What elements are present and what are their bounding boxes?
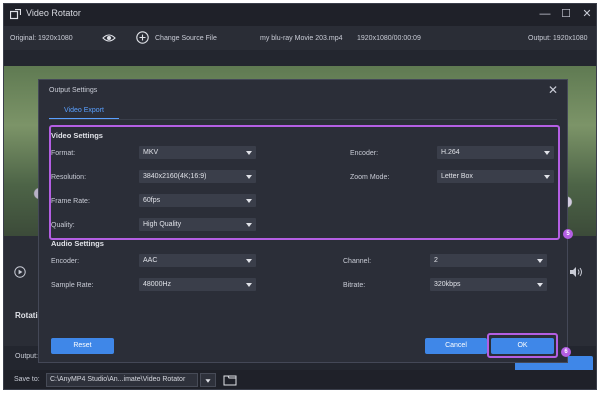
title-bar: Video Rotator — ☐ ✕	[4, 4, 596, 26]
chevron-down-icon	[246, 283, 252, 287]
save-to-label: Save to:	[14, 376, 40, 383]
chevron-down-icon	[246, 259, 252, 263]
info-bar: Original: 1920x1080 Change Source File m…	[4, 26, 596, 50]
channel-select[interactable]: 2	[430, 254, 547, 267]
save-bar: Save to: C:\AnyMP4 Studio\An...imate\Vid…	[4, 370, 596, 389]
chevron-down-icon	[537, 283, 543, 287]
channel-label: Channel:	[343, 258, 372, 265]
window-title: Video Rotator	[26, 8, 81, 18]
audio-settings-title: Audio Settings	[51, 239, 104, 248]
close-window-button[interactable]: ✕	[580, 7, 594, 21]
step-5-badge: 5	[563, 229, 573, 239]
step-6-badge: 6	[561, 347, 571, 357]
save-path-field[interactable]: C:\AnyMP4 Studio\An...imate\Video Rotato…	[46, 373, 198, 387]
reset-button[interactable]: Reset	[51, 338, 114, 354]
audio-encoder-value: AAC	[143, 257, 158, 264]
add-circle-icon[interactable]	[136, 31, 149, 44]
ok-button-highlight	[487, 333, 558, 358]
audio-encoder-select[interactable]: AAC	[139, 254, 256, 267]
save-path-dropdown[interactable]	[200, 373, 216, 387]
source-resolution-duration: 1920x1080/00:00:09	[357, 35, 421, 42]
output-resolution: Output: 1920x1080	[528, 35, 588, 42]
maximize-button[interactable]: ☐	[559, 7, 573, 21]
dialog-title: Output Settings	[49, 87, 98, 94]
play-icon[interactable]	[14, 266, 26, 278]
rotation-label: Rotati	[15, 311, 38, 320]
change-source-file-link[interactable]: Change Source File	[155, 35, 217, 42]
bitrate-value: 320kbps	[434, 281, 461, 288]
chevron-down-icon	[537, 259, 543, 263]
tab-divider	[49, 119, 557, 120]
cancel-button[interactable]: Cancel	[425, 338, 487, 354]
sample-rate-label: Sample Rate:	[51, 282, 94, 289]
source-filename: my blu-ray Movie 203.mp4	[260, 35, 343, 42]
sample-rate-value: 48000Hz	[143, 281, 172, 288]
minimize-button[interactable]: —	[538, 7, 552, 21]
tab-video-export[interactable]: Video Export	[49, 102, 119, 120]
volume-icon[interactable]	[569, 266, 583, 278]
video-settings-highlight	[49, 125, 560, 240]
bitrate-label: Bitrate:	[343, 282, 366, 289]
eye-icon[interactable]	[102, 32, 116, 44]
channel-value: 2	[434, 257, 438, 264]
chevron-down-icon	[205, 379, 211, 383]
original-resolution: Original: 1920x1080	[10, 35, 73, 42]
app-logo-icon	[10, 9, 21, 20]
bitrate-select[interactable]: 320kbps	[430, 278, 547, 291]
close-dialog-icon[interactable]: ✕	[547, 84, 559, 96]
sample-rate-select[interactable]: 48000Hz	[139, 278, 256, 291]
output-label: Output:	[15, 353, 38, 360]
folder-icon[interactable]	[222, 373, 238, 387]
audio-encoder-label: Encoder:	[51, 258, 80, 265]
